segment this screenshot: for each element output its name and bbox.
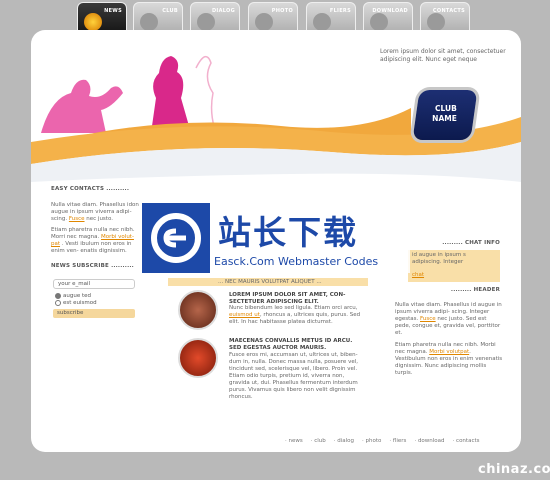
news-thumb-icon [84, 13, 102, 31]
subscribe-button[interactable]: subscribe [53, 309, 135, 318]
footer-link-club[interactable]: · club [311, 438, 326, 444]
contacts-thumb-icon [427, 13, 445, 31]
contacts-text-1: Nulla vitae diam. Phasellus idon augue i… [51, 202, 139, 222]
header-text-1: Nulla vitae diam. Phasellus id augue in … [395, 302, 502, 336]
chat-link[interactable]: chat [412, 272, 496, 279]
footer-link-contacts[interactable]: · contacts [453, 438, 480, 444]
fusce-link[interactable]: Fusce [69, 216, 85, 222]
article-1-text: Nunc bibendum leo sed ligula. Etiam orci… [229, 305, 361, 325]
chat-box: id augue in ipsum s adipiscing. Integer … [408, 250, 500, 282]
watermark-logo-icon [142, 203, 210, 273]
chat-heading: ......... CHAT INFO [442, 240, 500, 246]
euismod-link[interactable]: euismod ut [229, 312, 260, 318]
footer-nav: · news · club · dialog · photo · fliers … [285, 438, 480, 444]
header-text-2: Etiam pharetra nulla nec nibh. Morbi nec… [395, 342, 503, 376]
club-badge[interactable]: CLUB NAME [412, 90, 478, 140]
header-morbi-link[interactable]: Morbi volutpat [429, 349, 469, 355]
email-input[interactable]: your e_mail [53, 279, 135, 289]
footer-link-fliers[interactable]: · fliers [389, 438, 406, 444]
fliers-thumb-icon [313, 13, 331, 31]
header-fusce-link[interactable]: Fusce [420, 316, 436, 322]
article-2-title[interactable]: MAECENAS CONVALLIS METUS ID ARCU. SED EG… [229, 338, 364, 351]
hero-tagline: Lorem ipsum dolor sit amet, consectetuer… [380, 48, 506, 63]
newsletter-heading: NEWS SUBSCRIBE .......... [51, 263, 134, 269]
footer-link-photo[interactable]: · photo [362, 438, 381, 444]
radio-icon [55, 300, 61, 306]
footer-link-news[interactable]: · news [285, 438, 303, 444]
article-photo-1 [178, 290, 218, 330]
footer-link-dialog[interactable]: · dialog [334, 438, 354, 444]
radio-option-2[interactable]: est euismod [55, 299, 97, 307]
download-thumb-icon [370, 13, 388, 31]
photo-thumb-icon [255, 13, 273, 31]
contacts-heading: EASY CONTACTS .......... [51, 186, 130, 192]
watermark-cn-text: 站长下载 [218, 213, 358, 252]
center-strip: ... NEC MAURIS VOLUTPAT ALIQUET ... [168, 278, 368, 286]
brand-watermark: chinaz.com [478, 462, 550, 477]
watermark-en-text: Easck.Com Webmaster Codes [214, 255, 379, 268]
article-photo-2 [178, 338, 218, 378]
article-2-text: Fusce eros mi, accumsan ut, ultrices ut,… [229, 352, 358, 400]
article-1-title[interactable]: LOREM IPSUM DOLOR SIT AMET, CON- SECTETU… [229, 292, 364, 305]
contacts-text-2: Etiam pharetra nulla nec nibh. Morri nec… [51, 227, 135, 254]
header-heading: ......... HEADER [450, 287, 500, 293]
club-thumb-icon [140, 13, 158, 31]
footer-link-download[interactable]: · download [414, 438, 444, 444]
dialog-thumb-icon [197, 13, 215, 31]
